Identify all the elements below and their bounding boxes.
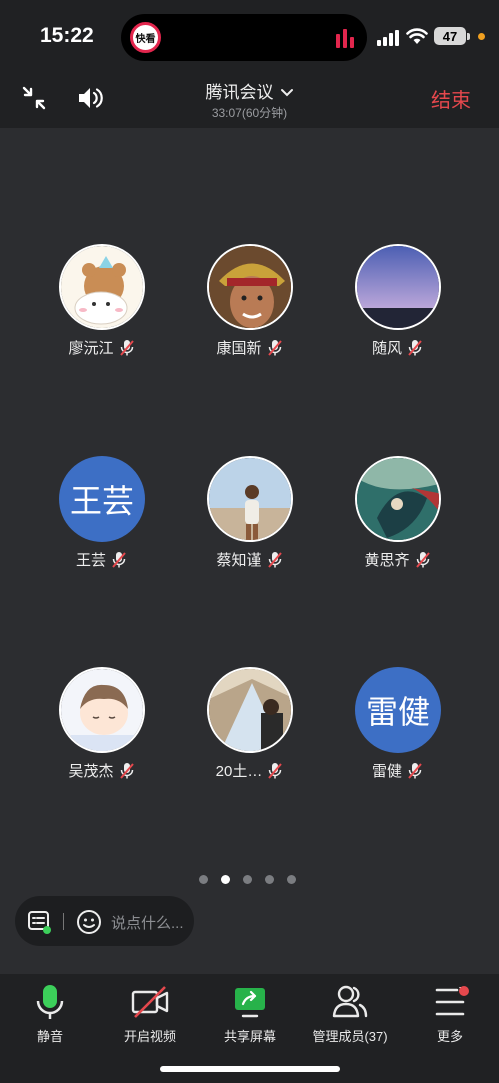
chat-bar[interactable]: 说点什么...	[15, 896, 194, 946]
cellular-signal-icon	[377, 30, 399, 46]
avatar	[207, 667, 293, 753]
participant-name: 廖沅江	[68, 340, 114, 357]
share-screen-button[interactable]: 共享屏幕	[200, 984, 300, 1045]
participant-name: 黄思齐	[364, 552, 410, 569]
participant-name: 雷健	[371, 763, 402, 780]
meeting-header: 腾讯会议 33:07(60分钟) 结束	[0, 70, 499, 128]
avatar	[59, 667, 145, 753]
end-meeting-button[interactable]: 结束	[431, 84, 471, 113]
mic-muted-icon	[119, 339, 134, 356]
fantasy-avatar-image	[357, 458, 439, 540]
avatar: 王芸	[59, 456, 145, 542]
participant-tile[interactable]: 蔡知谨	[190, 456, 310, 570]
more-label: 更多	[436, 1029, 463, 1044]
participant-tile[interactable]: 20土…	[190, 667, 310, 781]
participant-tile[interactable]: 康国新	[190, 244, 310, 358]
participant-name: 随风	[371, 340, 402, 357]
mic-muted-icon	[112, 551, 126, 568]
video-off-icon	[131, 986, 169, 1018]
chat-divider	[63, 913, 64, 930]
avatar	[59, 244, 145, 330]
battery-tip	[467, 33, 470, 40]
mic-muted-icon	[119, 762, 134, 779]
anime-avatar-image	[61, 669, 143, 751]
dynamic-island[interactable]: 快看	[121, 14, 367, 61]
meeting-title-text: 腾讯会议	[205, 83, 274, 102]
mic-muted-icon	[267, 551, 282, 568]
page-dot[interactable]	[199, 875, 208, 884]
participant-tile[interactable]: 廖沅江	[42, 244, 162, 358]
emoji-icon[interactable]	[76, 909, 102, 935]
participant-tile[interactable]: 随风	[338, 244, 458, 358]
video-button[interactable]: 开启视频	[100, 984, 200, 1045]
page-dot[interactable]	[287, 875, 296, 884]
warrior-avatar-image	[209, 246, 291, 328]
mic-muted-icon	[415, 551, 430, 568]
mic-muted-icon	[267, 339, 282, 356]
tent-avatar-image	[209, 669, 291, 751]
participant-name: 吴茂杰	[68, 763, 114, 780]
participant-name: 康国新	[216, 340, 262, 357]
meeting-duration: 33:07(60分钟)	[211, 106, 288, 120]
participant-tile[interactable]: 王芸 王芸	[42, 456, 162, 570]
privacy-indicator	[478, 33, 485, 40]
share-screen-icon	[235, 988, 265, 1018]
audio-bars-icon	[336, 29, 354, 48]
chevron-down-icon	[280, 89, 293, 97]
members-icon	[332, 985, 368, 1018]
participant-name: 蔡知谨	[216, 552, 262, 569]
page-dot[interactable]	[243, 875, 252, 884]
more-button[interactable]: 更多	[400, 984, 499, 1045]
participant-tile[interactable]: 雷健 雷健	[338, 667, 458, 781]
battery-indicator: 47	[434, 27, 466, 45]
share-screen-label: 共享屏幕	[223, 1029, 276, 1044]
participant-name: 王芸	[75, 552, 106, 569]
island-app-icon[interactable]: 快看	[130, 22, 161, 53]
home-indicator[interactable]	[160, 1066, 340, 1072]
manage-members-button[interactable]: 管理成员(37)	[300, 984, 400, 1045]
sky-avatar-image	[357, 246, 439, 328]
wifi-icon	[406, 28, 428, 44]
chat-input[interactable]: 说点什么...	[111, 912, 184, 933]
page-dot[interactable]	[265, 875, 274, 884]
mic-muted-icon	[408, 762, 422, 779]
mic-muted-icon	[408, 339, 422, 356]
page-indicator[interactable]	[199, 875, 296, 884]
participant-name: 20土…	[215, 763, 263, 780]
mic-muted-icon	[268, 762, 283, 779]
avatar	[207, 456, 293, 542]
status-time: 15:22	[40, 24, 94, 47]
bear-avatar-image	[61, 246, 143, 328]
notification-badge	[459, 986, 469, 996]
participant-tile[interactable]: 吴茂杰	[42, 667, 162, 781]
avatar	[355, 244, 441, 330]
avatar	[207, 244, 293, 330]
avatar: 雷健	[355, 667, 441, 753]
beach-person-avatar-image	[209, 458, 291, 540]
microphone-icon	[36, 985, 64, 1019]
page-dot-active[interactable]	[221, 875, 230, 884]
avatar	[355, 456, 441, 542]
meeting-title[interactable]: 腾讯会议	[0, 78, 499, 103]
participant-tile[interactable]: 黄思齐	[338, 456, 458, 570]
mute-button[interactable]: 静音	[0, 984, 100, 1045]
mute-label: 静音	[36, 1029, 63, 1044]
status-bar: 15:22 快看 47	[0, 0, 499, 70]
video-label: 开启视频	[123, 1029, 176, 1044]
chat-list-icon[interactable]	[27, 909, 53, 935]
manage-members-label: 管理成员(37)	[312, 1029, 388, 1044]
